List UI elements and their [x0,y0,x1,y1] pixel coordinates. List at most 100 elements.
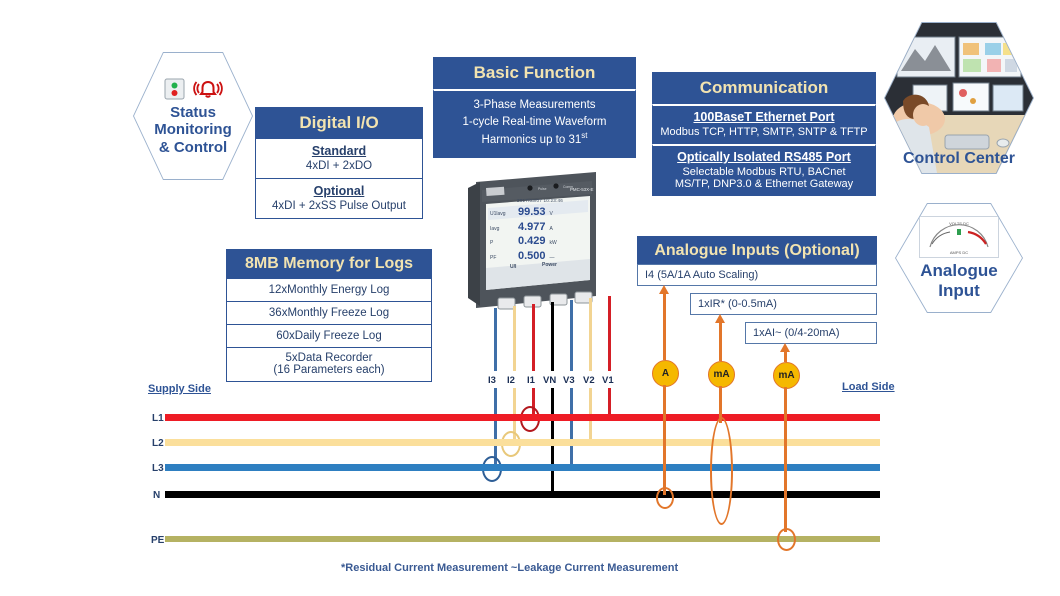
meter-unit-1: V [549,211,553,217]
wire-v1 [608,296,611,371]
analogue-marker-a[interactable]: A [652,360,679,387]
communication-title: Communication [652,72,876,104]
meter-unit-4: — [549,254,555,261]
analogue-marker-a-label: A [661,368,670,379]
footnote-text: *Residual Current Measurement ~Leakage C… [341,562,679,574]
wire-i2 [513,306,516,371]
harmonics-superscript: st [581,131,588,141]
analogue-input-label-3: 1xAI~ (0/4-20mA) [753,327,840,339]
analogue-input-box-2: 1xIR* (0-0.5mA) [690,293,877,315]
alarm-bell-icon [192,81,223,98]
meter-unit-3: kW [549,240,557,246]
analogue-inputs-title-bar: Analogue Inputs (Optional) [637,236,877,266]
memory-panel: 8MB Memory for Logs 12xMonthly Energy Lo… [226,249,432,382]
svg-text:PMC-53X-E: PMC-53X-E [570,187,593,192]
memory-row-4-line-2: (16 Parameters each) [273,364,385,376]
ct-loop-marker-a [656,487,674,509]
status-line-2: Monitoring [154,121,232,139]
basic-function-harmonics: Harmonics up to 31st [434,130,635,149]
ethernet-detail-1: Modbus TCP, HTTP, SMTP, SNTP & TFTP [660,126,868,138]
basic-function-panel: Basic Function 3-Phase Measurements 1-cy… [433,57,636,158]
basic-function-line-1: 3-Phase Measurements [473,99,596,111]
power-meter-device: Pulse Comm PMC-53X-E 2017/03/07 10:23:46… [458,168,610,316]
sensor-box-icon [164,78,184,100]
digital-io-row-optional: Optional 4xDI + 2xSS Pulse Output [255,179,423,219]
busbar-label-l1: L1 [152,413,164,424]
memory-row-3: 60xDaily Freeze Log [226,325,432,348]
memory-row-1: 12xMonthly Energy Log [226,279,432,302]
wire-v3 [570,300,573,371]
rs485-detail-2: MS/TP, DNP3.0 & Ethernet Gateway [674,178,854,190]
analogue-input-hexagon[interactable]: VOLTS DC AMPS DC Analogue Input [896,204,1022,312]
terminal-label-v1: V1 [602,375,614,386]
wire-v2 [589,298,592,371]
terminal-label-i1: I1 [527,375,535,386]
meter-value-3: 0.429 [518,235,546,247]
digital-io-title: Digital I/O [255,107,423,139]
wire-i3 [494,308,497,371]
memory-title: 8MB Memory for Logs [226,249,432,279]
status-line-3: & Control [158,138,228,156]
busbar-label-l3: L3 [152,463,164,474]
meter-row-4: PF 0.500 — [490,250,592,262]
meter-readout: U1lavg 99.53 V Iavg 4.977 A P 0.429 kW P… [490,206,592,262]
digital-io-row-standard: Standard 4xDI + 2xDO [255,139,423,179]
analogue-arrow-ma2 [780,343,790,352]
digital-io-optional-heading: Optional [313,184,365,198]
load-side-label: Load Side [842,381,895,393]
analogue-arrow-ma1 [715,314,725,323]
status-line-1: Status [170,104,216,122]
meter-row-1: U1lavg 99.53 V [490,206,592,218]
analogue-line-ma2-lower [784,387,787,532]
analogue-marker-ma1-label: mA [713,369,730,380]
meter-footer-left: U/I [510,264,517,270]
basic-function-title: Basic Function [433,57,636,89]
ct-loop-marker-ma1 [710,417,733,525]
wire-v3-lower [570,388,573,470]
meter-row-3: P 0.429 kW [490,235,592,247]
meter-value-2: 4.977 [518,220,546,233]
digital-io-standard-heading: Standard [311,144,367,158]
meter-footer-right: Power [542,262,558,268]
digital-io-optional-detail: 4xDI + 2xSS Pulse Output [272,200,406,212]
busbar-pe [165,536,880,542]
ethernet-heading: 100BaseT Ethernet Port [693,110,835,124]
busbar-label-l2: L2 [152,438,164,449]
meter-label-4: PF [490,254,497,261]
digital-io-standard-detail: 4xDI + 2xDO [305,160,373,172]
terminal-label-v2: V2 [583,375,595,386]
meter-timestamp: 2017/03/07 10:23:46 [517,198,563,203]
terminal-label-i2: I2 [507,375,515,386]
analogue-input-line-2: Input [938,280,980,300]
meter-label-3: P [490,240,494,246]
digital-io-panel: Digital I/O Standard 4xDI + 2xDO Optiona… [255,107,423,219]
meter-label-2: Iavg [490,225,500,232]
basic-function-body: 3-Phase Measurements 1-cycle Real-time W… [433,89,636,158]
communication-panel: Communication 100BaseT Ethernet Port Mod… [652,72,876,196]
meter-unit-2: A [549,225,553,232]
terminal-label-vn: VN [543,375,557,386]
analogue-input-line-1: Analogue [920,260,998,280]
terminal-label-v3: V3 [563,375,575,386]
status-monitoring-hexagon[interactable]: Status Monitoring & Control [134,53,252,179]
analogue-input-box-3: 1xAI~ (0/4-20mA) [745,322,877,344]
busbar-n [165,491,880,498]
basic-function-line-2: 1-cycle Real-time Waveform [462,115,607,128]
rs485-heading: Optically Isolated RS485 Port [677,150,851,164]
analogue-line-a-upper [663,290,666,360]
analogue-marker-ma2[interactable]: mA [773,362,800,389]
svg-text:AMPS DC: AMPS DC [950,250,968,255]
wire-vn [551,302,554,371]
meter-value-1: 99.53 [518,206,546,218]
ct-loop-marker-ma2 [777,528,796,551]
terminal-label-i3: I3 [488,375,496,386]
memory-row-4-line-1: 5xData Recorder [285,352,373,364]
rs485-detail-1: Selectable Modbus RTU, BACnet [682,166,846,178]
analogue-marker-ma1[interactable]: mA [708,361,735,388]
analog-gauge-icon: VOLTS DC AMPS DC [919,215,999,258]
memory-row-2: 36xMonthly Freeze Log [226,302,432,325]
analogue-line-ma1-upper [719,319,722,361]
meter-row-2: Iavg 4.977 A [490,221,592,233]
communication-row-rs485: Optically Isolated RS485 Port Selectable… [652,144,876,196]
svg-text:Pulse: Pulse [538,187,547,191]
